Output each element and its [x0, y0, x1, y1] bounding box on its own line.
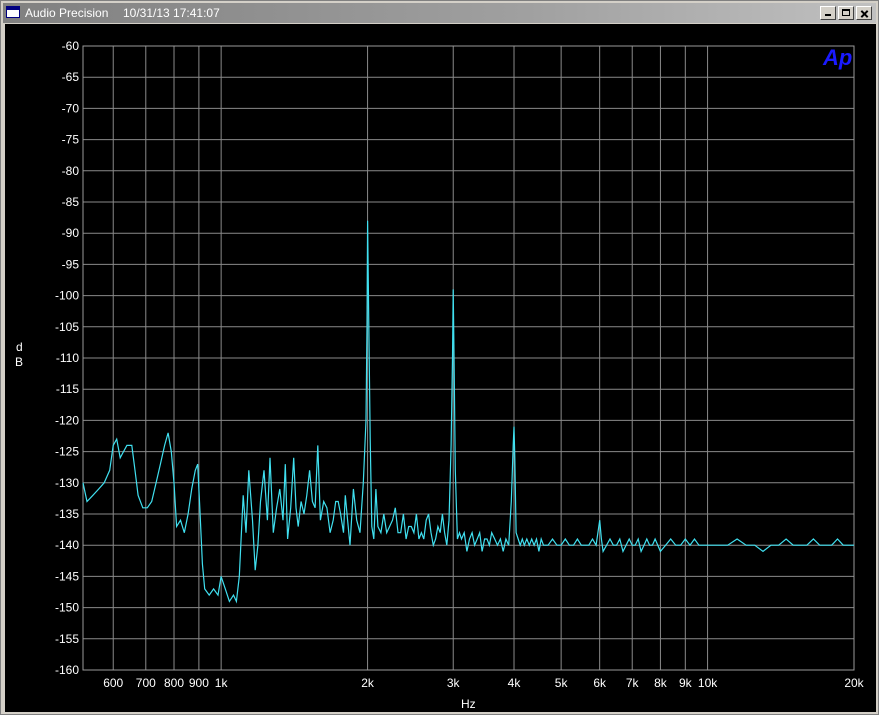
- y-tick-label: -135: [55, 507, 79, 521]
- y-tick-label: -155: [55, 632, 79, 646]
- y-axis-label-b: B: [15, 355, 23, 369]
- y-tick-label: -90: [62, 226, 80, 240]
- x-tick-label: 9k: [679, 676, 693, 690]
- x-tick-label: 6k: [593, 676, 607, 690]
- x-tick-label: 600: [103, 676, 123, 690]
- y-tick-label: -70: [62, 101, 80, 115]
- y-tick-label: -110: [56, 351, 79, 365]
- y-tick-label: -160: [55, 663, 79, 677]
- y-tick-label: -120: [55, 413, 79, 427]
- y-tick-label: -60: [62, 39, 80, 53]
- y-axis-ticks: -60 -65 -70 -75 -80 -85 -90 -95 -100 -105 -110 -115…: [55, 39, 79, 677]
- y-tick-label: -75: [62, 133, 80, 147]
- x-tick-label: 4k: [508, 676, 522, 690]
- y-tick-label: -100: [55, 289, 79, 303]
- y-tick-label: -140: [55, 538, 79, 552]
- x-tick-label: 900: [189, 676, 209, 690]
- app-window-icon[interactable]: [6, 6, 20, 18]
- x-tick-label: 8k: [654, 676, 668, 690]
- x-tick-label: 5k: [555, 676, 569, 690]
- title-bar[interactable]: Audio Precision 10/31/13 17:41:07: [3, 3, 876, 23]
- spectrum-chart: -60 -65 -70 -75 -80 -85 -90 -95 -100 -105 -110 -115…: [15, 39, 865, 711]
- grid-lines: [83, 45, 855, 671]
- y-tick-label: -85: [62, 195, 80, 209]
- x-tick-label: 800: [164, 676, 184, 690]
- window-title: Audio Precision: [25, 6, 109, 20]
- x-tick-label: 10k: [698, 676, 718, 690]
- y-tick-label: -130: [55, 476, 79, 490]
- close-button[interactable]: [856, 6, 872, 20]
- y-tick-label: -65: [62, 70, 80, 84]
- y-tick-label: -125: [55, 445, 79, 459]
- window-timestamp: 10/31/13 17:41:07: [123, 6, 220, 20]
- x-tick-label: 7k: [626, 676, 640, 690]
- y-tick-label: -145: [55, 569, 79, 583]
- y-axis-label-d: d: [16, 340, 23, 354]
- graph-panel: -60 -65 -70 -75 -80 -85 -90 -95 -100 -105 -110 -115…: [5, 24, 876, 712]
- x-tick-label: 700: [136, 676, 156, 690]
- x-tick-label: 20k: [844, 676, 864, 690]
- x-axis-label: Hz: [461, 697, 476, 711]
- y-tick-label: -95: [62, 257, 80, 271]
- x-tick-label: 2k: [361, 676, 375, 690]
- x-tick-label: 3k: [447, 676, 461, 690]
- y-tick-label: -150: [55, 601, 79, 615]
- ap-logo: Ap: [822, 45, 852, 70]
- x-axis-ticks: 600 700 800 900 1k 2k 3k 4k 5k 6k 7k 8k 9k 10k 20k: [103, 676, 864, 690]
- window-controls: [818, 6, 872, 20]
- minimize-button[interactable]: [820, 6, 836, 20]
- x-tick-label: 1k: [215, 676, 229, 690]
- app-window: Audio Precision 10/31/13 17:41:07 -60 -65…: [0, 0, 879, 715]
- y-tick-label: -105: [55, 320, 79, 334]
- maximize-button[interactable]: [838, 6, 854, 20]
- y-tick-label: -115: [56, 382, 79, 396]
- y-tick-label: -80: [62, 164, 80, 178]
